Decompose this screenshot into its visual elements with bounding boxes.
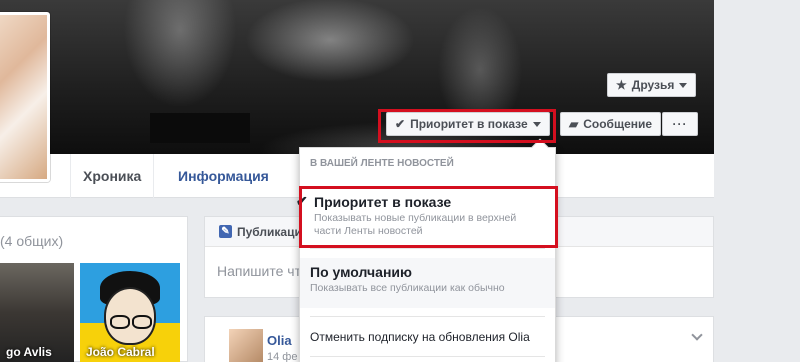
menu-option-desc: Показывать все публикации как обычно [310, 282, 505, 294]
common-friends-count[interactable]: (4 общих) [0, 233, 63, 249]
glasses-icon [110, 315, 130, 329]
message-icon: ▰ [569, 117, 579, 131]
friend-name: João Cabral [86, 345, 155, 359]
chevron-down-icon[interactable] [691, 329, 703, 341]
check-icon: ✔ [395, 117, 406, 131]
friends-card: (4 общих) go Avlis João Cabral [0, 216, 188, 362]
cover-right-gap [714, 0, 800, 154]
message-button-label: Сообщение [583, 117, 653, 131]
pencil-icon: ✎ [219, 225, 232, 238]
see-first-button-label: Приоритет в показе [410, 117, 528, 131]
caret-down-icon [532, 121, 541, 127]
profile-picture[interactable] [0, 12, 50, 182]
caret-down-icon [679, 82, 688, 88]
more-icon: ··· [672, 117, 688, 131]
menu-option-desc: Показывать новые публикации в верхней ча… [314, 212, 517, 237]
message-button[interactable]: ▰ Сообщение [560, 112, 662, 136]
star-icon: ★ [616, 78, 627, 92]
friend-name: go Avlis [6, 345, 52, 359]
composer-input[interactable]: Напишите чт [217, 263, 301, 279]
post-author[interactable]: Olia [267, 333, 292, 348]
avatar[interactable] [229, 329, 263, 362]
menu-divider [310, 316, 545, 317]
menu-option-see-first[interactable]: ✔ Приоритет в показе Показывать новые пу… [296, 188, 555, 237]
friend-thumb[interactable]: go Avlis [0, 263, 74, 362]
friends-button-label: Друзья [631, 78, 675, 92]
check-icon: ✔ [296, 193, 308, 209]
see-first-button[interactable]: ✔ Приоритет в показе [386, 112, 550, 136]
more-options-button[interactable]: ··· [662, 112, 698, 136]
menu-option-unsubscribe[interactable]: Отменить подписку на обновления Olia [310, 330, 530, 344]
menu-header: В ВАШЕЙ ЛЕНТЕ НОВОСТЕЙ [310, 158, 454, 169]
post-date[interactable]: 14 фе [267, 351, 297, 362]
glasses-icon [132, 315, 152, 329]
menu-option-default[interactable]: По умолчанию Показывать все публикации к… [300, 258, 555, 308]
tab-chronicle[interactable]: Хроника [70, 154, 155, 198]
menu-option-title: По умолчанию [310, 264, 412, 280]
see-first-dropdown: В ВАШЕЙ ЛЕНТЕ НОВОСТЕЙ ✔ Приоритет в пок… [296, 138, 556, 362]
friends-button[interactable]: ★ Друзья [607, 73, 697, 97]
menu-divider [310, 248, 545, 249]
menu-divider [310, 356, 545, 357]
friend-thumb[interactable]: João Cabral [80, 263, 180, 362]
tab-info[interactable]: Информация [166, 154, 281, 198]
redacted-name [150, 113, 250, 143]
menu-option-title: Приоритет в показе [314, 194, 452, 210]
